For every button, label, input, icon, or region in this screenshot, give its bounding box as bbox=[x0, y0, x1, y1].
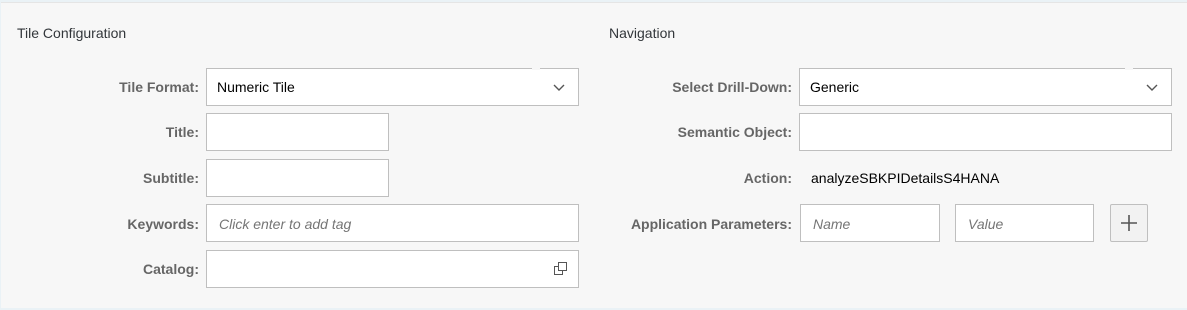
navigation-title: Navigation bbox=[609, 25, 676, 41]
action-value: analyzeSBKPIDetailsS4HANA bbox=[811, 170, 1000, 186]
semantic-object-label: Semantic Object: bbox=[677, 124, 792, 140]
subtitle-input[interactable] bbox=[206, 159, 389, 197]
plus-icon bbox=[1120, 214, 1138, 237]
subtitle-label: Subtitle: bbox=[143, 170, 199, 186]
value-help-icon[interactable] bbox=[554, 262, 568, 279]
add-parameter-button[interactable] bbox=[1110, 204, 1148, 242]
drilldown-select[interactable]: Generic bbox=[799, 68, 1172, 106]
title-label: Title: bbox=[165, 124, 199, 140]
param-value-input[interactable]: Value bbox=[955, 204, 1094, 242]
action-label: Action: bbox=[743, 170, 792, 186]
catalog-label: Catalog: bbox=[143, 261, 199, 277]
drilldown-value: Generic bbox=[810, 79, 860, 95]
tile-configuration-title: Tile Configuration bbox=[17, 25, 127, 41]
keywords-label: Keywords: bbox=[127, 216, 199, 232]
tile-format-label: Tile Format: bbox=[119, 79, 199, 95]
app-params-label: Application Parameters: bbox=[630, 216, 792, 232]
drilldown-label: Select Drill-Down: bbox=[672, 79, 792, 95]
semantic-object-input[interactable] bbox=[799, 113, 1172, 151]
keywords-placeholder: Click enter to add tag bbox=[219, 216, 352, 232]
chevron-down-icon[interactable] bbox=[1133, 69, 1171, 105]
chevron-down-icon[interactable] bbox=[540, 69, 578, 105]
keywords-input[interactable]: Click enter to add tag bbox=[206, 204, 579, 242]
param-name-input[interactable]: Name bbox=[800, 204, 940, 242]
catalog-input[interactable] bbox=[206, 250, 579, 288]
param-value-placeholder: Value bbox=[968, 216, 1004, 232]
tile-format-select[interactable]: Numeric Tile bbox=[206, 68, 579, 106]
param-name-placeholder: Name bbox=[813, 216, 851, 232]
title-input[interactable] bbox=[206, 113, 389, 151]
form-panel: Tile Configuration Tile Format: Numeric … bbox=[1, 2, 1187, 308]
tile-format-value: Numeric Tile bbox=[217, 79, 295, 95]
